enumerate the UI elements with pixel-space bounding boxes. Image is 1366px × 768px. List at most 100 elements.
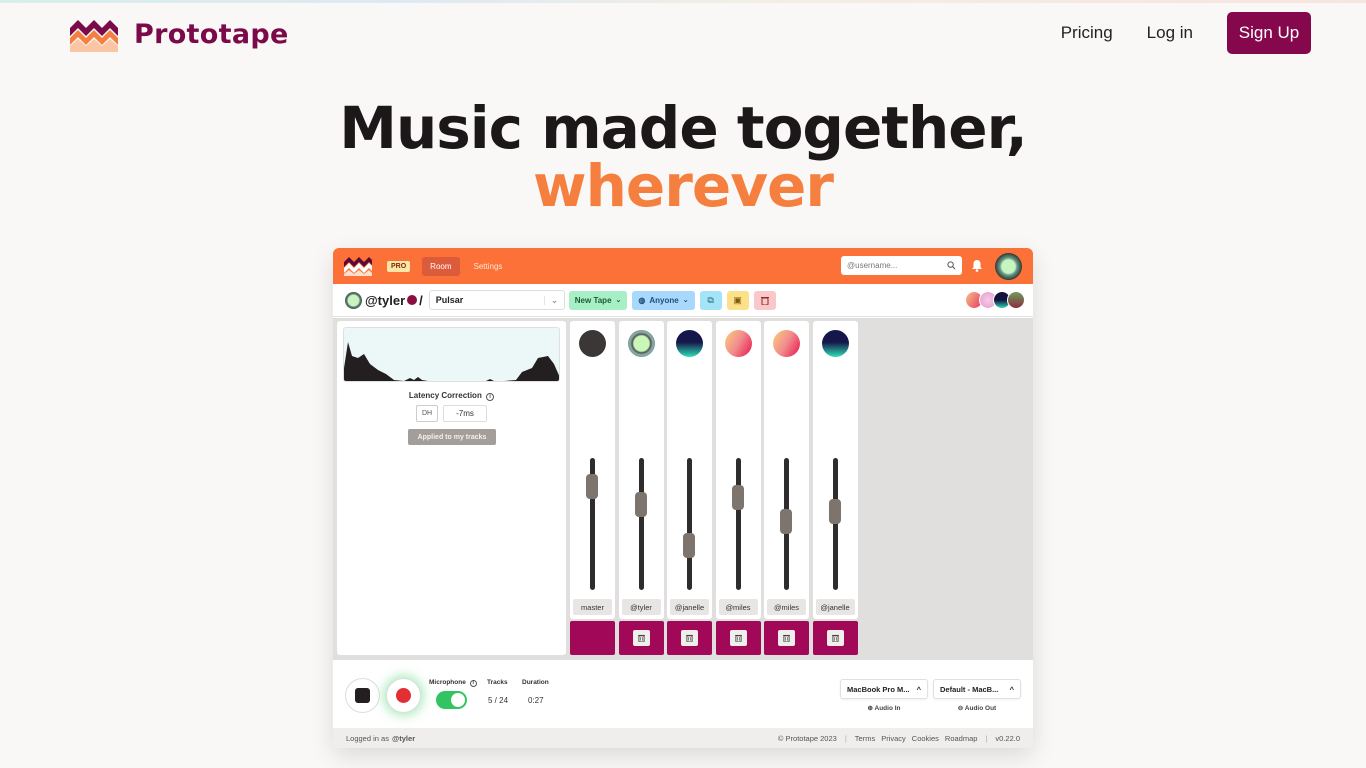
volume-fader-track[interactable] bbox=[832, 458, 838, 590]
stop-button[interactable] bbox=[345, 678, 380, 713]
delete-tape-button[interactable] bbox=[753, 290, 776, 310]
volume-fader-track[interactable] bbox=[735, 458, 741, 590]
channel-strip: @miles bbox=[764, 321, 809, 655]
trash-icon bbox=[760, 296, 769, 305]
path-separator: / bbox=[419, 292, 423, 308]
channel-avatar bbox=[676, 330, 703, 357]
channel-avatar bbox=[724, 330, 752, 357]
channel-strip: @janelle bbox=[812, 321, 858, 655]
tape-name: Pulsar bbox=[435, 295, 464, 305]
tab-settings[interactable]: Settings bbox=[466, 257, 511, 276]
mixer-area: Latency Correction i DH -7ms Applied to … bbox=[333, 318, 1033, 660]
hero-heading: Music made together, wherever bbox=[0, 96, 1366, 218]
latency-calibrate-button[interactable]: DH bbox=[416, 405, 438, 422]
volume-fader-knob[interactable] bbox=[634, 492, 647, 518]
brand-name: Prototape bbox=[134, 18, 289, 50]
channel-footer bbox=[570, 621, 615, 655]
logged-in-prefix: Logged in as bbox=[346, 733, 389, 743]
verified-badge-icon bbox=[407, 295, 418, 305]
audio-out-device: Default - MacB... bbox=[940, 684, 999, 694]
brand-logo-link[interactable]: Prototape bbox=[68, 14, 289, 54]
footer-link-privacy[interactable]: Privacy bbox=[881, 734, 906, 743]
logged-in-user[interactable]: @tyler bbox=[392, 734, 415, 743]
username-search-input[interactable]: @username... bbox=[841, 256, 962, 275]
channel-avatar bbox=[821, 330, 849, 357]
record-button[interactable] bbox=[386, 678, 421, 713]
tracks-label: Tracks bbox=[487, 679, 508, 686]
latency-title: Latency Correction i bbox=[337, 391, 566, 401]
copyright: © Prototape 2023 bbox=[777, 733, 837, 743]
volume-fader-knob[interactable] bbox=[586, 474, 598, 500]
login-link[interactable]: Log in bbox=[1147, 23, 1193, 43]
new-tape-button[interactable]: New Tape ⌄ bbox=[568, 290, 628, 310]
folder-play-icon: ▣ bbox=[733, 294, 742, 305]
volume-fader-track[interactable] bbox=[687, 458, 692, 590]
volume-fader-knob[interactable] bbox=[731, 484, 744, 510]
footer-link-cookies[interactable]: Cookies bbox=[912, 734, 939, 743]
top-gradient-line bbox=[0, 0, 1366, 3]
pricing-link[interactable]: Pricing bbox=[1061, 23, 1113, 43]
open-folder-button[interactable]: ▣ bbox=[726, 290, 749, 310]
globe-icon: ◍ bbox=[638, 295, 646, 305]
trash-icon bbox=[783, 634, 790, 642]
divider: | bbox=[844, 733, 847, 743]
info-icon[interactable]: i bbox=[486, 393, 495, 401]
search-placeholder: @username... bbox=[847, 261, 898, 270]
waveform-graphic bbox=[344, 342, 559, 381]
channel-footer bbox=[715, 621, 761, 655]
footer-link-roadmap[interactable]: Roadmap bbox=[945, 734, 978, 743]
prototape-logo-icon bbox=[70, 20, 118, 52]
channel-body: @tyler bbox=[618, 321, 664, 619]
signup-button[interactable]: Sign Up bbox=[1227, 12, 1311, 54]
channel-body: @janelle bbox=[812, 321, 858, 619]
delete-track-button[interactable] bbox=[632, 630, 650, 646]
hero-title-line1: Music made together, bbox=[339, 94, 1028, 162]
app-footer: Logged in as @tyler © Prototape 2023 | T… bbox=[333, 728, 1033, 748]
audio-in-select[interactable]: MacBook Pro M... ^ bbox=[840, 679, 928, 699]
visibility-label: Anyone bbox=[649, 295, 679, 305]
delete-track-button[interactable] bbox=[729, 630, 747, 646]
chevron-up-icon: ^ bbox=[1009, 684, 1014, 694]
trash-icon bbox=[831, 634, 839, 642]
channel-body: @miles bbox=[715, 321, 761, 619]
visibility-button[interactable]: ◍ Anyone ⌄ bbox=[632, 290, 695, 310]
delete-track-button[interactable] bbox=[681, 630, 698, 646]
tape-select[interactable]: Pulsar ⌄ bbox=[428, 290, 565, 310]
latency-value-input[interactable]: -7ms bbox=[443, 405, 487, 422]
bell-icon[interactable] bbox=[971, 259, 983, 272]
channel-strip: master bbox=[570, 321, 615, 655]
chevron-up-icon: ^ bbox=[916, 684, 921, 694]
channel-avatar bbox=[579, 330, 606, 357]
delete-track-button[interactable] bbox=[778, 630, 795, 646]
delete-track-button[interactable] bbox=[826, 630, 844, 646]
info-icon[interactable]: i bbox=[469, 680, 477, 687]
audio-out-icon: ⊖ bbox=[957, 705, 964, 712]
channel-label: @miles bbox=[767, 599, 806, 615]
footer-link-terms[interactable]: Terms bbox=[855, 734, 875, 743]
volume-fader-knob[interactable] bbox=[683, 532, 695, 558]
chevron-down-icon: ⌄ bbox=[682, 297, 689, 304]
channel-body: master bbox=[570, 321, 615, 619]
chevron-down-icon: ⌄ bbox=[615, 297, 622, 304]
duplicate-button[interactable]: ⧉ bbox=[699, 290, 722, 310]
channel-label: @janelle bbox=[670, 599, 709, 615]
channel-label: @janelle bbox=[815, 599, 855, 615]
applied-to-tracks-button[interactable]: Applied to my tracks bbox=[408, 429, 496, 445]
user-avatar bbox=[345, 291, 362, 309]
channel-label: master bbox=[573, 599, 612, 615]
tab-room[interactable]: Room bbox=[422, 256, 460, 276]
app-logo-icon bbox=[344, 257, 372, 276]
volume-fader-knob[interactable] bbox=[780, 509, 792, 535]
volume-fader-track[interactable] bbox=[638, 458, 644, 590]
collaborator-avatar[interactable] bbox=[1007, 291, 1025, 309]
latency-label-text: Latency Correction bbox=[408, 391, 482, 400]
transport-bar: Microphone i Tracks 5 / 24 Duration 0:27… bbox=[333, 660, 1033, 728]
user-handle[interactable]: @tyler bbox=[365, 293, 405, 308]
profile-avatar[interactable] bbox=[995, 253, 1022, 280]
hero-title-line2: wherever bbox=[533, 152, 834, 220]
audio-out-select[interactable]: Default - MacB... ^ bbox=[933, 679, 1021, 699]
volume-fader-knob[interactable] bbox=[828, 498, 841, 524]
trash-icon bbox=[637, 634, 645, 642]
latency-panel: Latency Correction i DH -7ms Applied to … bbox=[337, 321, 566, 655]
microphone-toggle[interactable] bbox=[436, 691, 467, 709]
